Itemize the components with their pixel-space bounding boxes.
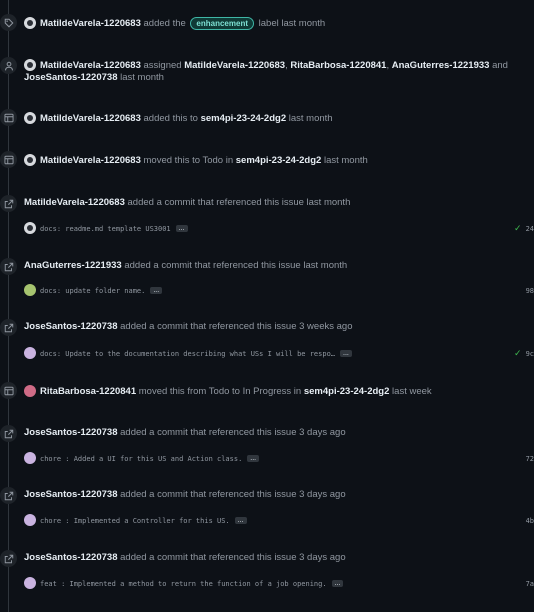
user-link[interactable]: AnaGuterres-1221933	[24, 260, 122, 271]
avatar[interactable]	[24, 284, 36, 296]
timeline-rail	[8, 0, 9, 612]
tag-icon	[0, 14, 17, 31]
user-link[interactable]: MatildeVarela-1220683	[40, 60, 141, 71]
cross-reference-icon	[0, 319, 17, 336]
commit-message[interactable]: chore : Implemented a Controller for thi…	[40, 517, 230, 525]
user-link[interactable]: JoseSantos-1220738	[24, 321, 117, 332]
expand-commit-button[interactable]: ...	[340, 350, 352, 357]
check-icon[interactable]: ✓	[514, 223, 522, 233]
table-icon	[0, 151, 17, 168]
commit-row: docs: update folder name.... 98	[24, 284, 534, 296]
avatar[interactable]	[24, 577, 36, 589]
user-link[interactable]: JoseSantos-1220738	[24, 427, 117, 438]
table-icon	[0, 382, 17, 399]
user-link[interactable]: MatildeVarela-1220683	[40, 18, 141, 29]
avatar[interactable]	[24, 514, 36, 526]
user-link[interactable]: JoseSantos-1220738	[24, 552, 117, 563]
user-link[interactable]: MatildeVarela-1220683	[40, 155, 141, 166]
commit-sha[interactable]: 7a	[526, 580, 534, 588]
commit-row: docs: Update to the documentation descri…	[24, 347, 534, 359]
cross-reference-icon	[0, 487, 17, 504]
avatar[interactable]	[24, 452, 36, 464]
cross-reference-icon	[0, 195, 17, 212]
avatar[interactable]	[24, 112, 36, 124]
table-icon	[0, 109, 17, 126]
assignee-link[interactable]: MatildeVarela-1220683	[184, 60, 285, 71]
commit-message[interactable]: docs: update folder name.	[40, 287, 145, 295]
commit-sha[interactable]: 72	[526, 455, 534, 463]
commit-message[interactable]: chore : Added a UI for this US and Actio…	[40, 455, 242, 463]
avatar[interactable]	[24, 154, 36, 166]
expand-commit-button[interactable]: ...	[247, 455, 260, 462]
cross-reference-icon	[0, 425, 17, 442]
avatar[interactable]	[24, 385, 36, 397]
assignee-link[interactable]: RitaBarbosa-1220841	[290, 60, 386, 71]
commit-row: feat : Implemented a method to return th…	[24, 577, 534, 589]
user-link[interactable]: MatildeVarela-1220683	[24, 197, 125, 208]
check-icon[interactable]: ✓	[514, 348, 522, 358]
commit-sha[interactable]: 9c	[526, 350, 534, 358]
assignee-link[interactable]: JoseSantos-1220738	[24, 72, 117, 83]
commit-sha[interactable]: 4b	[526, 517, 534, 525]
expand-commit-button[interactable]: ...	[150, 287, 163, 294]
assignee-link[interactable]: AnaGuterres-1221933	[392, 60, 490, 71]
project-link[interactable]: sem4pi-23-24-2dg2	[304, 386, 390, 397]
expand-commit-button[interactable]: ...	[331, 580, 344, 587]
project-link[interactable]: sem4pi-23-24-2dg2	[201, 113, 287, 124]
commit-row: chore : Implemented a Controller for thi…	[24, 514, 534, 526]
commit-message[interactable]: docs: readme.md template US3001	[40, 225, 171, 233]
cross-reference-icon	[0, 258, 17, 275]
cross-reference-icon	[0, 550, 17, 567]
avatar[interactable]	[24, 17, 36, 29]
avatar[interactable]	[24, 222, 36, 234]
user-link[interactable]: JoseSantos-1220738	[24, 489, 117, 500]
commit-row: docs: readme.md template US3001... ✓ 24	[24, 222, 534, 234]
commit-message[interactable]: feat : Implemented a method to return th…	[40, 580, 327, 588]
avatar[interactable]	[24, 347, 36, 359]
user-link[interactable]: MatildeVarela-1220683	[40, 113, 141, 124]
expand-commit-button[interactable]: ...	[234, 517, 247, 524]
commit-message[interactable]: docs: Update to the documentation descri…	[40, 350, 335, 358]
label-badge[interactable]: enhancement	[190, 17, 254, 30]
expand-commit-button[interactable]: ...	[175, 225, 188, 232]
person-icon	[0, 57, 17, 74]
commit-sha[interactable]: 98	[526, 287, 534, 295]
commit-sha[interactable]: 24	[526, 225, 534, 233]
avatar[interactable]	[24, 59, 36, 71]
user-link[interactable]: RitaBarbosa-1220841	[40, 386, 136, 397]
commit-row: chore : Added a UI for this US and Actio…	[24, 452, 534, 464]
project-link[interactable]: sem4pi-23-24-2dg2	[236, 155, 322, 166]
